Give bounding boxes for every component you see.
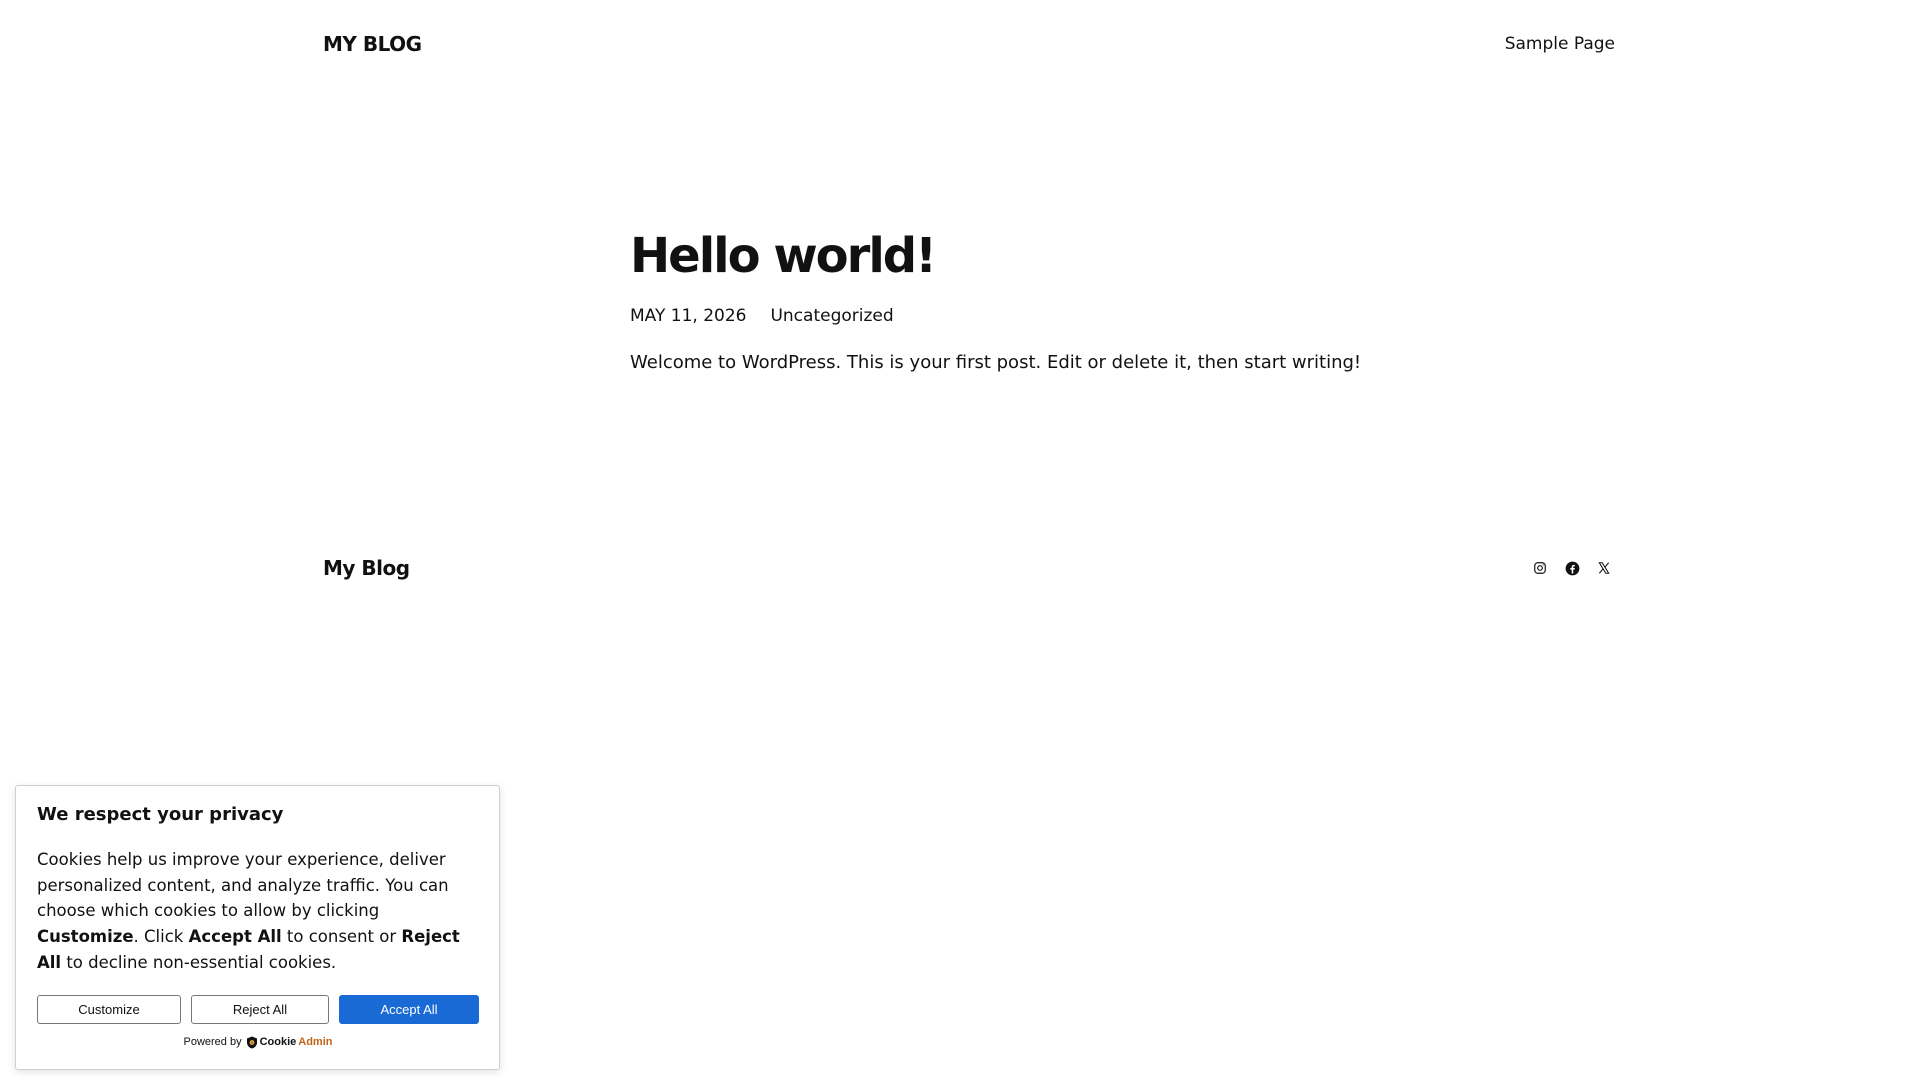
powered-by: Powered by Cookie Admin <box>37 1036 479 1049</box>
post-date: MAY 11, 2026 <box>630 306 747 326</box>
site-footer: My Blog <box>323 554 1615 582</box>
post-category-link[interactable]: Uncategorized <box>770 306 893 326</box>
accept-all-button[interactable]: Accept All <box>339 994 479 1024</box>
instagram-icon[interactable] <box>1529 557 1551 579</box>
cookieadmin-logo[interactable]: Cookie Admin <box>246 1036 333 1049</box>
powered-by-label: Powered by <box>183 1036 242 1049</box>
post-content: Welcome to WordPress. This is your first… <box>630 352 1362 373</box>
post-title: Hello world! <box>630 228 937 284</box>
site-header: MY BLOG Sample Page <box>323 30 1615 58</box>
nav-link-sample-page[interactable]: Sample Page <box>1505 34 1615 54</box>
social-links <box>1529 557 1615 579</box>
site-title[interactable]: MY BLOG <box>323 32 422 56</box>
post-meta: MAY 11, 2026 Uncategorized <box>630 306 1430 326</box>
cookie-banner-text: Cookies help us improve your experience,… <box>37 850 460 972</box>
customize-button[interactable]: Customize <box>37 994 181 1024</box>
cookie-banner-buttons: Customize Reject All Accept All <box>37 994 479 1024</box>
x-icon[interactable] <box>1593 557 1615 579</box>
footer-site-title[interactable]: My Blog <box>323 556 410 580</box>
facebook-icon[interactable] <box>1561 557 1583 579</box>
cookieadmin-shield-icon <box>246 1036 257 1049</box>
cookie-consent-banner: We respect your privacy Cookies help us … <box>15 785 500 1070</box>
post: Hello world! MAY 11, 2026 Uncategorized … <box>630 226 1430 373</box>
cookie-banner-title: We respect your privacy <box>37 804 284 825</box>
reject-all-button[interactable]: Reject All <box>191 994 329 1024</box>
